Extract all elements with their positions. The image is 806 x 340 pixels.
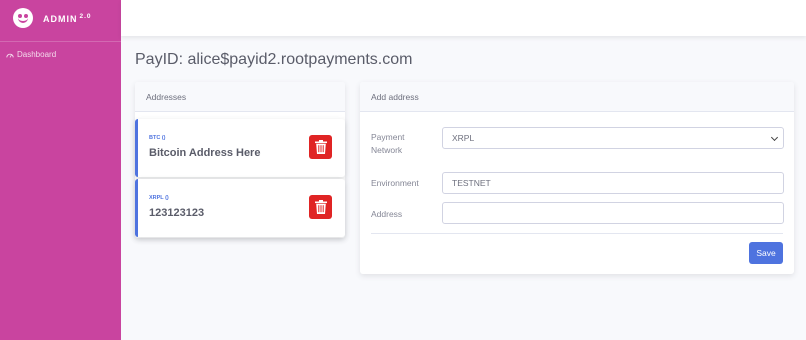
delete-address-button[interactable] bbox=[309, 195, 332, 219]
address-value: Bitcoin Address Here bbox=[149, 147, 261, 159]
address-value: 123123123 bbox=[149, 207, 205, 219]
topbar bbox=[121, 0, 806, 36]
brand-name: ADMIN 2.0 bbox=[43, 12, 92, 24]
address-item-xrpl: XRPL () 123123123 bbox=[135, 179, 345, 237]
form-divider bbox=[371, 233, 783, 234]
trash-icon bbox=[314, 140, 327, 154]
environment-field[interactable]: TESTNET bbox=[442, 172, 784, 194]
address-row: Address bbox=[371, 208, 443, 221]
payment-network-value: XRPL bbox=[452, 133, 475, 143]
brand-version: 2.0 bbox=[79, 12, 92, 20]
payment-network-row: Payment Network bbox=[371, 131, 431, 157]
environment-value: TESTNET bbox=[452, 178, 491, 188]
sidebar-item-label: Dashboard bbox=[17, 50, 57, 59]
address-network: BTC () bbox=[149, 135, 166, 141]
dashboard-icon bbox=[6, 53, 14, 58]
address-item-btc: BTC () Bitcoin Address Here bbox=[135, 119, 345, 177]
address-label: Address bbox=[371, 209, 403, 219]
delete-address-button[interactable] bbox=[309, 135, 332, 159]
payment-network-label: Payment Network bbox=[371, 132, 405, 155]
trash-icon bbox=[314, 200, 327, 214]
save-button[interactable]: Save bbox=[749, 242, 783, 264]
address-network: XRPL () bbox=[149, 195, 169, 201]
environment-row: Environment bbox=[371, 177, 443, 190]
add-address-header: Add address bbox=[360, 82, 794, 112]
sidebar-item-dashboard[interactable]: Dashboard bbox=[0, 42, 121, 67]
payment-network-select[interactable]: XRPL bbox=[442, 127, 784, 149]
brand[interactable]: ADMIN 2.0 bbox=[0, 0, 121, 36]
address-input[interactable] bbox=[442, 202, 784, 224]
environment-label: Environment bbox=[371, 178, 419, 188]
sidebar: ADMIN 2.0 Dashboard bbox=[0, 0, 121, 340]
addresses-card: Addresses BTC () Bitcoin Address Here XR… bbox=[135, 82, 345, 238]
add-address-card: Add address Payment Network XRPL Environ… bbox=[360, 82, 794, 274]
page-title: PayID: alice$payid2.rootpayments.com bbox=[135, 51, 413, 68]
chevron-down-icon bbox=[770, 133, 779, 142]
smiley-logo-icon bbox=[13, 8, 33, 28]
addresses-header: Addresses bbox=[135, 82, 345, 112]
